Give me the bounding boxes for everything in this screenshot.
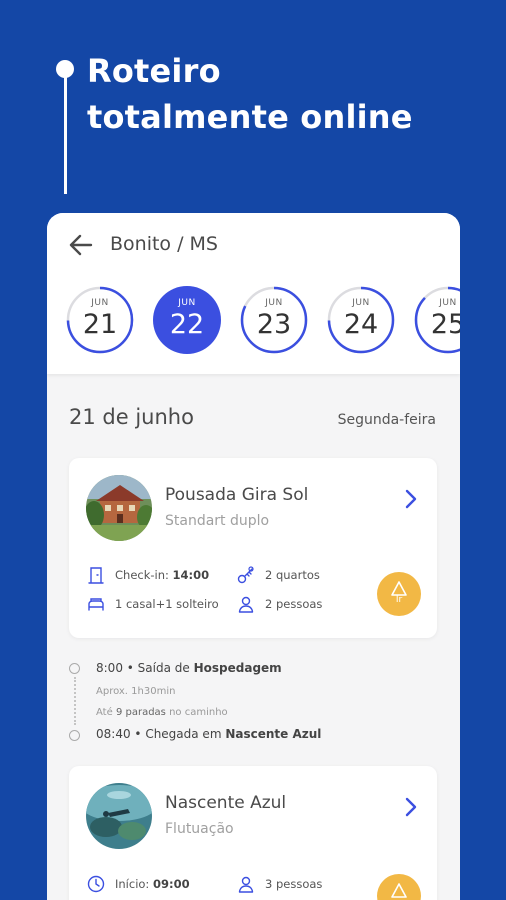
- activity-type: Flutuação: [165, 821, 234, 837]
- arrival-time: 08:40: [96, 727, 131, 741]
- door-icon: [88, 567, 104, 584]
- arrival-text: Chegada em: [145, 727, 222, 741]
- day-21[interactable]: JUN 21: [66, 286, 134, 354]
- day-number: 22: [169, 309, 205, 340]
- activity-title: Nascente Azul: [165, 793, 287, 813]
- go-button[interactable]: Ir: [377, 572, 421, 616]
- route-timeline: 8:00 • Saída de Hospedagem Aprox. 1h30mi…: [47, 659, 460, 749]
- lodging-photo: [86, 475, 152, 541]
- day-number: 21: [82, 309, 118, 340]
- departure-row: 8:00 • Saída de Hospedagem: [96, 661, 282, 675]
- activity-people-info: 3 pessoas: [236, 873, 322, 895]
- activity-go-button[interactable]: [377, 874, 421, 900]
- headline-line: [64, 72, 67, 194]
- departure-place: Hospedagem: [193, 661, 282, 675]
- lodging-card[interactable]: Pousada Gira Sol Standart duplo Check-in…: [69, 458, 437, 638]
- day-month: JUN: [91, 298, 109, 308]
- arrival-row: 08:40 • Chegada em Nascente Azul: [96, 727, 322, 741]
- bed-icon: [88, 598, 104, 611]
- headline-line-2: totalmente online: [87, 98, 413, 136]
- departure-time: 8:00: [96, 661, 123, 675]
- day-24[interactable]: JUN 24: [327, 286, 395, 354]
- day-number: 25: [430, 309, 460, 340]
- stops-count: 9 paradas: [115, 707, 166, 718]
- day-25[interactable]: JUN 25: [414, 286, 460, 354]
- people-info: 2 pessoas: [236, 593, 322, 615]
- checkin-info: Check-in: 14:00: [86, 564, 209, 586]
- key-icon: [237, 566, 254, 584]
- chevron-right-icon[interactable]: [403, 796, 419, 818]
- navigate-triangle-icon: [391, 883, 407, 898]
- day-month: JUN: [265, 298, 283, 308]
- rooms-count: 2 quartos: [265, 568, 320, 582]
- arrival-place: Nascente Azul: [225, 727, 322, 741]
- checkin-time: 14:00: [172, 568, 210, 582]
- timeline-end-dot: [69, 730, 80, 741]
- duration-text: Aprox. 1h30min: [96, 686, 176, 697]
- stops-suffix: no caminho: [169, 707, 228, 718]
- start-time: 09:00: [152, 877, 190, 891]
- activity-photo: [86, 783, 152, 849]
- person-icon: [238, 596, 254, 613]
- headline: Roteiro totalmente online: [87, 48, 413, 140]
- timeline-start-dot: [69, 663, 80, 674]
- page-title: Bonito / MS: [110, 233, 218, 255]
- go-button-label: Ir: [395, 595, 403, 605]
- date-heading: 21 de junho: [69, 405, 194, 429]
- chevron-right-icon[interactable]: [403, 488, 419, 510]
- clock-icon: [87, 875, 105, 893]
- timeline-dotted-line: [74, 677, 76, 725]
- activity-people-count: 3 pessoas: [265, 877, 323, 891]
- rooms-info: 2 quartos: [236, 564, 320, 586]
- top-bar: Bonito / MS JUN 21 JUN 22 JUN 23 JUN 24 …: [47, 213, 460, 374]
- start-info: Início: 09:00: [86, 873, 190, 895]
- start-label: Início:: [115, 877, 150, 891]
- stops-prefix: Até: [96, 707, 113, 718]
- phone-screen: Bonito / MS JUN 21 JUN 22 JUN 23 JUN 24 …: [47, 213, 460, 900]
- lodging-room-type: Standart duplo: [165, 513, 270, 529]
- people-count: 2 pessoas: [265, 597, 323, 611]
- weekday-label: Segunda-feira: [337, 412, 436, 428]
- day-month: JUN: [178, 298, 196, 308]
- back-arrow-icon[interactable]: [67, 231, 95, 259]
- activity-card[interactable]: Nascente Azul Flutuação Início: 09:00 3 …: [69, 766, 437, 900]
- beds-config: 1 casal+1 solteiro: [115, 597, 219, 611]
- day-22-selected[interactable]: JUN 22: [153, 286, 221, 354]
- stops-text: Até 9 paradas no caminho: [96, 707, 228, 718]
- checkin-label: Check-in:: [115, 568, 169, 582]
- day-number: 24: [343, 309, 379, 340]
- day-month: JUN: [352, 298, 370, 308]
- beds-info: 1 casal+1 solteiro: [86, 593, 219, 615]
- person-icon: [238, 876, 254, 893]
- day-number: 23: [256, 309, 292, 340]
- headline-line-1: Roteiro: [87, 52, 221, 90]
- departure-text: Saída de: [137, 661, 190, 675]
- lodging-title: Pousada Gira Sol: [165, 485, 309, 505]
- day-month: JUN: [439, 298, 457, 308]
- day-23[interactable]: JUN 23: [240, 286, 308, 354]
